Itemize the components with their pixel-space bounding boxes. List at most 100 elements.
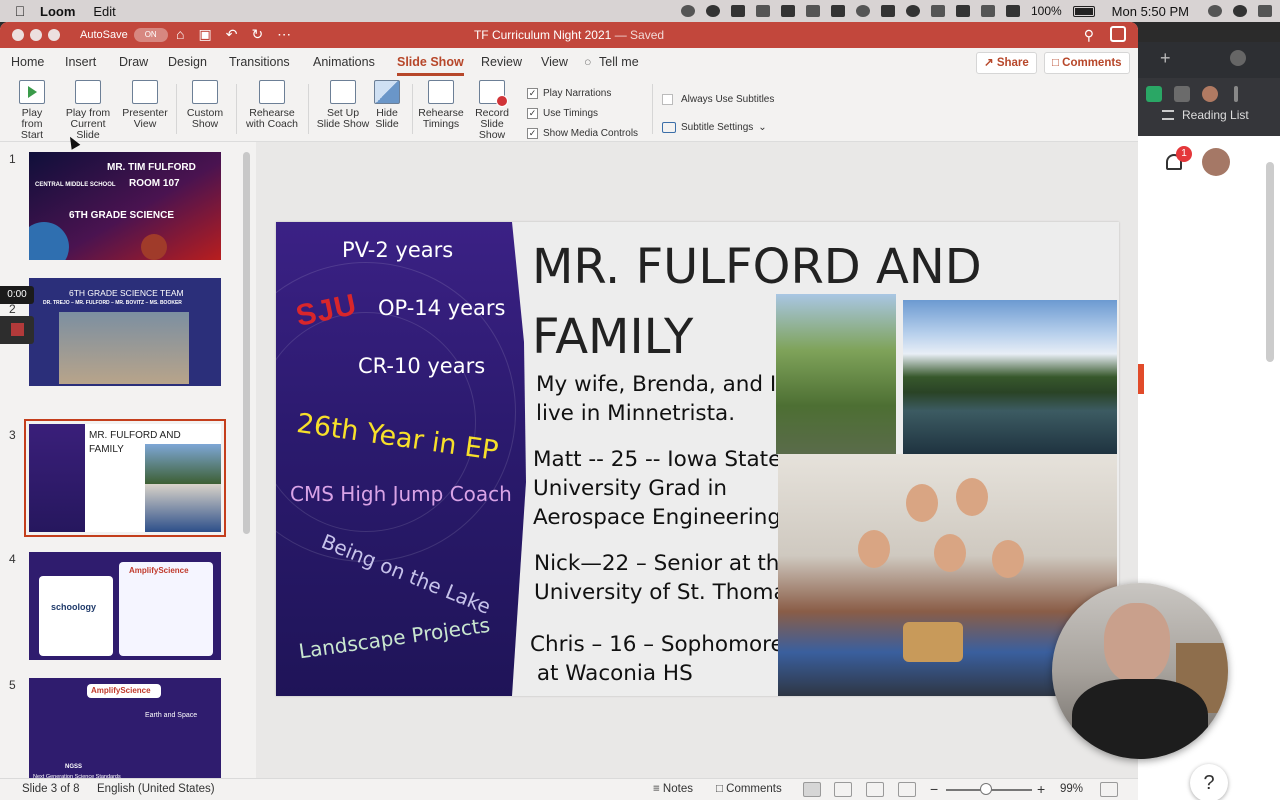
notification-center-icon[interactable] [1258,5,1272,17]
tab-search-icon[interactable] [1230,50,1246,66]
malwarebytes-icon[interactable] [780,5,795,17]
zoom-in-icon[interactable]: + [1037,781,1045,797]
ribbon-separator [652,84,653,134]
tool-icon[interactable] [805,5,820,17]
thumb-text: AmplifyScience [91,686,151,695]
refresh-icon[interactable] [855,5,870,17]
slide-thumbnail-5[interactable]: AmplifyScience Earth and Space NGSS Next… [29,678,221,786]
search-icon[interactable] [1208,5,1222,17]
extension-green-icon[interactable] [1146,86,1162,102]
use-timings-checkbox[interactable]: ✓ Use Timings [527,108,598,119]
tab-draw[interactable]: Draw [119,55,148,69]
checkmark-icon: ✓ [527,128,538,139]
slide-show-icon[interactable] [898,782,916,797]
trees-photo[interactable] [776,294,896,454]
play-narrations-checkbox[interactable]: ✓ Play Narrations [527,88,611,99]
normal-view-icon[interactable] [803,782,821,797]
siri-icon[interactable] [1233,5,1247,17]
thumb-text: ROOM 107 [129,178,180,189]
menu-edit[interactable]: Edit [93,4,115,19]
hide-slide-button[interactable]: Hide Slide [372,80,402,130]
tab-design[interactable]: Design [168,55,207,69]
browser-scrollbar[interactable] [1266,162,1274,362]
profile-avatar-icon[interactable] [1202,86,1218,102]
play-from-current-button[interactable]: Play from Current Slide [58,80,118,141]
language-indicator[interactable]: English (United States) [97,783,215,795]
tab-transitions[interactable]: Transitions [229,55,290,69]
share-window-icon[interactable] [1110,26,1126,42]
zoom-level[interactable]: 99% [1060,783,1083,795]
fit-to-window-icon[interactable] [1100,782,1118,797]
tab-slide-show[interactable]: Slide Show [397,55,464,76]
accessibility-icon[interactable] [905,5,920,17]
browser-menu-icon[interactable] [1234,86,1238,102]
reading-view-icon[interactable] [866,782,884,797]
tab-insert[interactable]: Insert [65,55,96,69]
thumb-text: schoology [51,602,97,612]
comments-button[interactable]: □ Comments [1044,52,1130,74]
new-tab-icon[interactable]: + [1160,48,1171,69]
thumb-photo [145,484,221,532]
menu-clock[interactable]: Mon 5:50 PM [1112,4,1189,19]
wifi-icon[interactable] [980,5,995,17]
thumbnail-scrollbar[interactable] [243,152,250,534]
zoom-slider-thumb[interactable] [980,783,992,795]
loom-webcam-bubble[interactable] [1052,583,1228,759]
show-media-controls-checkbox[interactable]: ✓ Show Media Controls [527,128,638,139]
comments-label: Comments [1062,57,1122,69]
apple-menu-icon[interactable]:  [0,3,40,19]
reading-list-button[interactable]: Reading List [1162,108,1249,122]
control-icon[interactable] [955,5,970,17]
record-slide-show-button[interactable]: Record Slide Show [466,80,518,141]
thumb-text: AmplifyScience [129,566,189,575]
tell-me-label: Tell me [599,55,639,69]
notes-button[interactable]: ≡ Notes [653,783,693,795]
bottle-icon[interactable] [830,5,845,17]
slide-sorter-icon[interactable] [834,782,852,797]
user-avatar[interactable] [1202,148,1230,176]
slide-thumbnail-1[interactable]: MR. TIM FULFORD ROOM 107 CENTRAL MIDDLE … [29,152,221,260]
waves-icon[interactable] [880,5,895,17]
gear-icon[interactable] [705,5,720,17]
share-button[interactable]: ↗ Share [976,52,1037,74]
zoom-out-icon[interactable]: − [930,781,938,797]
play-from-start-button[interactable]: Play from Start [10,80,54,141]
slide-thumbnail-2[interactable]: 6TH GRADE SCIENCE TEAM DR. TREJO – MR. F… [29,278,221,386]
set-up-slide-show-button[interactable]: Set Up Slide Show [316,80,370,130]
custom-show-button[interactable]: Custom Show [182,80,228,130]
tab-home[interactable]: Home [11,55,44,69]
slide-thumbnail-3[interactable]: MR. FULFORD AND FAMILY [24,419,226,537]
slide-title-line-1: MR. FULFORD AND [532,239,982,295]
tell-me-search[interactable]: ○ Tell me [584,55,639,69]
tab-animations[interactable]: Animations [313,55,375,69]
search-icon[interactable]: ⚲ [1084,27,1094,44]
stop-recording-button[interactable] [0,316,34,344]
tab-view[interactable]: View [541,55,568,69]
extensions-puzzle-icon[interactable] [1174,86,1190,102]
lake-photo[interactable] [903,300,1117,454]
notes-icon: ≡ [653,783,660,795]
airplay-icon[interactable] [930,5,945,17]
mail-icon[interactable] [730,5,745,17]
bluetooth-icon[interactable] [1005,5,1020,17]
always-use-subtitles-checkbox[interactable]: Always Use Subtitles [662,94,774,105]
current-slide[interactable]: PV-2 years SJU OP-14 years CR-10 years 2… [276,222,1119,696]
red-side-tab[interactable] [1138,364,1144,394]
person [956,478,988,516]
slide-thumbnail-4[interactable]: schoology AmplifyScience [29,552,221,660]
chevron-down-icon: ⌄ [758,122,767,133]
help-button[interactable]: ? [1190,764,1228,800]
menu-app-name[interactable]: Loom [40,4,75,19]
person [858,530,890,568]
rehearse-timings-button[interactable]: Rehearse Timings [418,80,464,130]
thumb-text: MR. FULFORD AND [89,430,181,441]
reading-list-icon [1162,110,1174,120]
custom-show-label-2: Show [191,118,219,130]
battery-icon[interactable] [1072,5,1095,17]
subtitle-settings-dropdown[interactable]: Subtitle Settings ⌄ [662,122,767,133]
presenter-view-button[interactable]: Presenter View [120,80,170,130]
tab-review[interactable]: Review [481,55,522,69]
comments-status-button[interactable]: □ Comments [716,783,782,795]
photos-icon[interactable] [755,5,770,17]
rehearse-with-coach-button[interactable]: Rehearse with Coach [244,80,300,130]
